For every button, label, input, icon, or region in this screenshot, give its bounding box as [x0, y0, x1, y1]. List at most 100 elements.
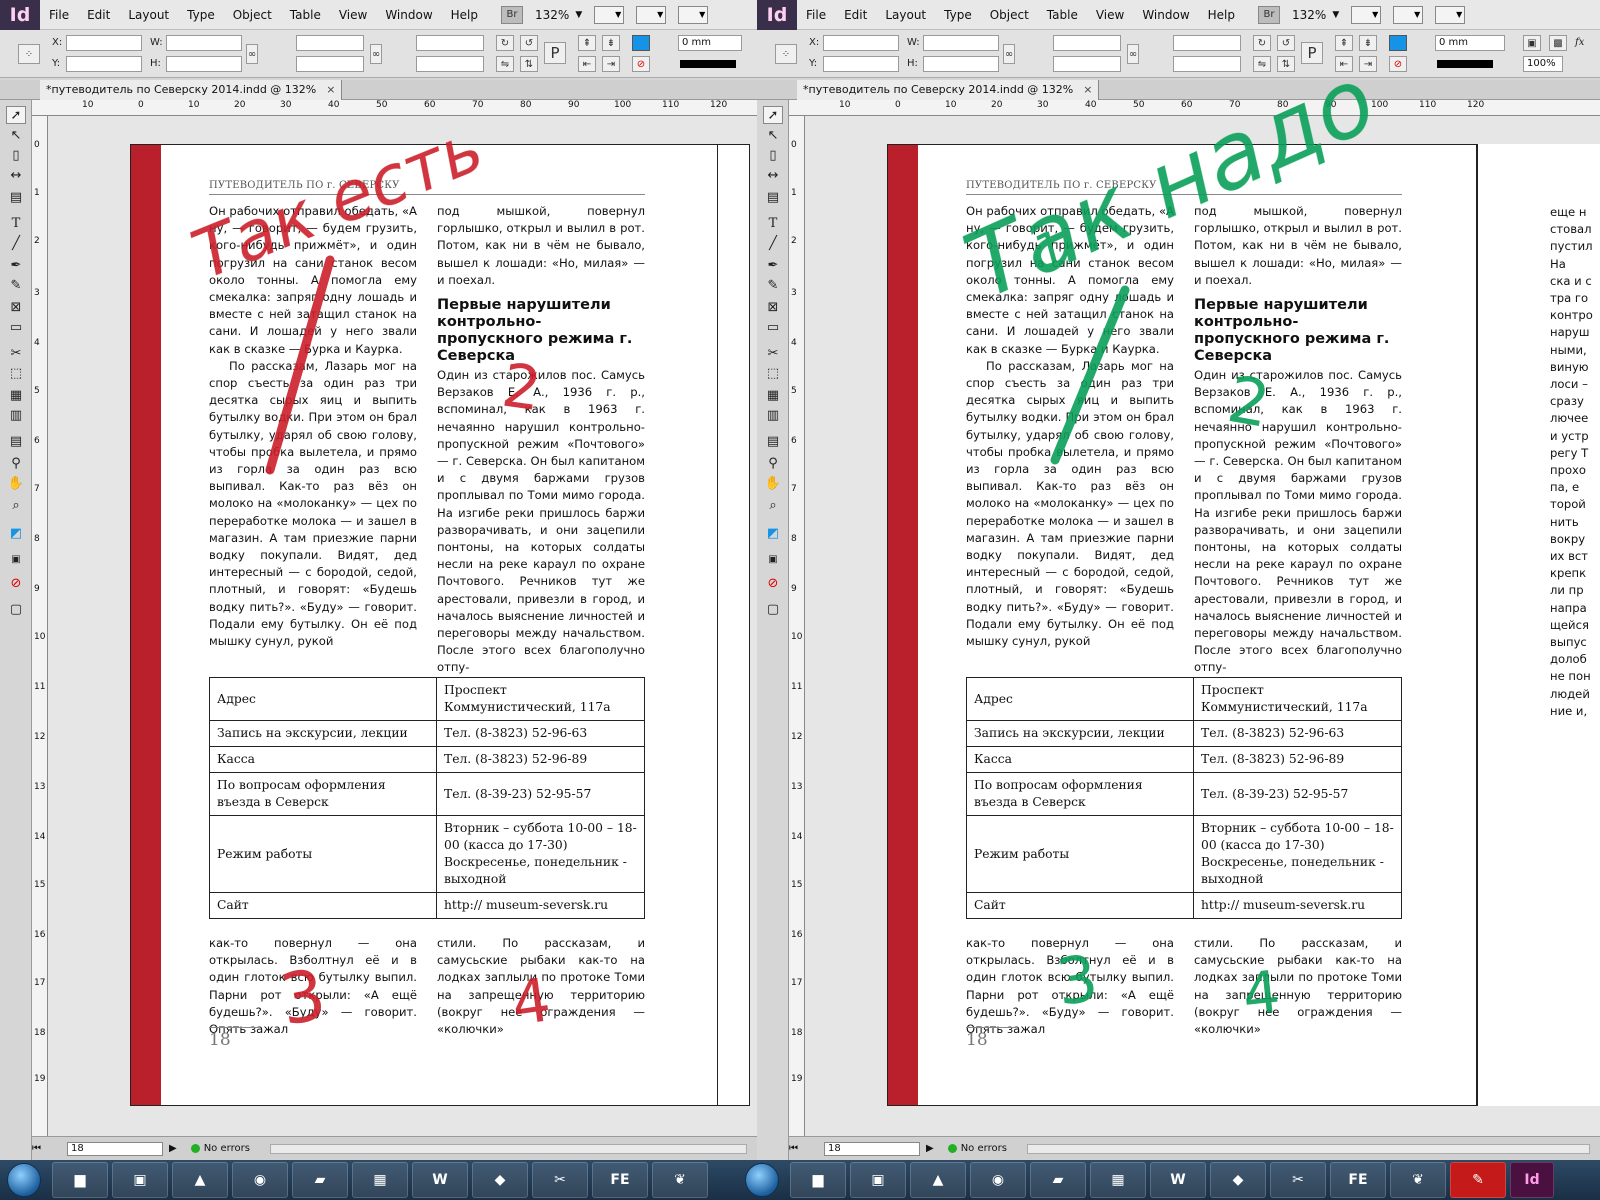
direction-p-icon[interactable]: P [544, 42, 566, 64]
note-tool-icon[interactable]: ▤ [763, 432, 783, 450]
fill-swatch[interactable] [1389, 35, 1407, 51]
selection-tool-icon[interactable]: ➚ [6, 106, 26, 124]
text-column-2-bottom[interactable]: стили. По рассказам, и самусьские рыбаки… [1194, 935, 1402, 1038]
rectangle-frame-tool-icon[interactable]: ⊠ [763, 298, 783, 316]
menu-view[interactable]: View [1087, 8, 1133, 22]
fe-taskbar-icon[interactable]: FE [1330, 1162, 1386, 1198]
info-table[interactable]: Адрес Проспект Коммунистический, 117а Зап… [966, 677, 1402, 919]
page-number-field[interactable]: 18 [824, 1141, 920, 1156]
first-page-icon[interactable]: ⏮ [32, 1143, 41, 1154]
fill-stroke-icon[interactable]: ◩ [763, 524, 783, 542]
scale-y-field[interactable] [1053, 56, 1121, 72]
constrain-proportions-icon[interactable]: ∞ [1003, 44, 1015, 64]
stroke-type-preview[interactable] [680, 60, 736, 68]
gradient-swatch-tool-icon[interactable]: ▦ [763, 386, 783, 404]
text-column-1[interactable]: Он рабочих отправил обедать, «А ну, — го… [209, 203, 417, 650]
rectangle-frame-tool-icon[interactable]: ⊠ [6, 298, 26, 316]
menu-window[interactable]: Window [1133, 8, 1198, 22]
x-field[interactable] [823, 35, 899, 51]
y-field[interactable] [823, 56, 899, 72]
flip-vertical-icon[interactable]: ⇅ [520, 56, 538, 72]
editor-taskbar-icon[interactable]: ◆ [1210, 1162, 1266, 1198]
screen-mode-icon[interactable]: ▢ [763, 600, 783, 618]
select-content-icon[interactable]: ⇟ [602, 35, 620, 51]
pen-tool-icon[interactable]: ✒ [6, 256, 26, 274]
notes-taskbar-icon[interactable]: ▰ [292, 1162, 348, 1198]
pasteboard[interactable]: ПУТЕВОДИТЕЛЬ ПО г. СЕВЕРСКУ Он рабочих о… [48, 116, 757, 1136]
rotate-ccw-icon[interactable]: ↺ [1277, 35, 1295, 51]
document-page[interactable]: ПУТЕВОДИТЕЛЬ ПО г. СЕВЕРСКУ Он рабочих о… [130, 144, 750, 1106]
h-field[interactable] [923, 56, 999, 72]
shear-field[interactable] [1173, 56, 1241, 72]
line-tool-icon[interactable]: ╱ [763, 234, 783, 252]
pen-tool-icon[interactable]: ✒ [763, 256, 783, 274]
constrain-proportions-icon[interactable]: ∞ [246, 44, 258, 64]
save-taskbar-icon[interactable]: ▣ [112, 1162, 168, 1198]
content-collector-icon[interactable]: ▤ [763, 188, 783, 206]
content-collector-icon[interactable]: ▤ [6, 188, 26, 206]
start-button[interactable] [738, 1160, 786, 1200]
scale-x-field[interactable] [296, 35, 364, 51]
document-tab[interactable]: *путеводитель по Северску 2014.indd @ 13… [797, 80, 1100, 100]
zoom-tool-icon[interactable]: ⌕ [763, 496, 783, 514]
rectangle-tool-icon[interactable]: ▭ [6, 318, 26, 336]
next-page-icon[interactable]: ▶ [926, 1143, 934, 1154]
hand-tool-icon[interactable]: ✋ [763, 474, 783, 492]
opacity-field[interactable]: 100% [1523, 56, 1563, 72]
gradient-feather-tool-icon[interactable]: ▥ [6, 406, 26, 424]
calculator-taskbar-icon[interactable]: ▦ [1090, 1162, 1146, 1198]
save-taskbar-icon[interactable]: ▣ [850, 1162, 906, 1198]
scissors-tool-icon[interactable]: ✂ [6, 344, 26, 362]
menu-file[interactable]: File [797, 8, 835, 22]
menu-table[interactable]: Table [281, 8, 330, 22]
text-column-1-bottom[interactable]: как-то повернул — она открылась. Взболтн… [966, 935, 1174, 1038]
word-taskbar-icon[interactable]: W [1150, 1162, 1206, 1198]
pencil-tool-icon[interactable]: ✎ [6, 276, 26, 294]
calculator-taskbar-icon[interactable]: ▦ [352, 1162, 408, 1198]
w-field[interactable] [166, 35, 242, 51]
first-page-icon[interactable]: ⏮ [789, 1143, 798, 1154]
page-number-field[interactable]: 18 [67, 1141, 163, 1156]
select-container-icon[interactable]: ⇞ [1335, 35, 1353, 51]
constrain-scale-icon[interactable]: ∞ [1127, 44, 1139, 64]
zoom-tool-icon[interactable]: ⌕ [6, 496, 26, 514]
formatting-affects-icon[interactable]: ▣ [6, 550, 26, 568]
start-button[interactable] [0, 1160, 48, 1200]
select-container-icon[interactable]: ⇞ [578, 35, 596, 51]
select-next-icon[interactable]: ⇥ [602, 56, 620, 72]
drop-shadow-icon[interactable]: ▩ [1549, 35, 1567, 51]
stroke-weight-field[interactable]: 0 mm [1435, 35, 1505, 51]
text-column-2[interactable]: под мышкой, повернул горлышко, открыл и … [437, 203, 645, 677]
view-options-button[interactable]: ▼ [594, 5, 625, 24]
menu-help[interactable]: Help [1199, 8, 1244, 22]
text-column-1[interactable]: Он рабочих отправил обедать, «А ну, — го… [966, 203, 1174, 650]
rotation-field[interactable] [1173, 35, 1241, 51]
eyedropper-tool-icon[interactable]: ⚲ [763, 454, 783, 472]
stroke-none-icon[interactable]: ⊘ [632, 56, 650, 72]
leaf-app-taskbar-icon[interactable]: ❦ [652, 1162, 708, 1198]
editor-taskbar-icon[interactable]: ◆ [472, 1162, 528, 1198]
effects-label[interactable]: fx [1575, 37, 1584, 48]
menu-edit[interactable]: Edit [78, 8, 119, 22]
fill-stroke-icon[interactable]: ◩ [6, 524, 26, 542]
fill-swatch[interactable] [632, 35, 650, 51]
reference-point-icon[interactable]: ⁘ [775, 44, 797, 64]
menu-window[interactable]: Window [376, 8, 441, 22]
info-table[interactable]: Адрес Проспект Коммунистический, 117а Зап… [209, 677, 645, 919]
horizontal-ruler[interactable]: 10 0 10 20 30 40 50 60 70 80 90 100 110 … [32, 100, 757, 116]
screen-mode-button[interactable]: ▼ [1393, 5, 1424, 24]
rectangle-tool-icon[interactable]: ▭ [763, 318, 783, 336]
warning-app-taskbar-icon[interactable]: ▲ [910, 1162, 966, 1198]
screen-mode-icon[interactable]: ▢ [6, 600, 26, 618]
menu-object[interactable]: Object [981, 8, 1038, 22]
arrange-documents-button[interactable]: ▼ [678, 5, 709, 24]
note-tool-icon[interactable]: ▤ [6, 432, 26, 450]
constrain-scale-icon[interactable]: ∞ [370, 44, 382, 64]
direct-selection-tool-icon[interactable]: ↖ [763, 126, 783, 144]
direction-p-icon[interactable]: P [1301, 42, 1323, 64]
stroke-none-icon[interactable]: ⊘ [1389, 56, 1407, 72]
menu-layout[interactable]: Layout [876, 8, 935, 22]
arrange-documents-button[interactable]: ▼ [1435, 5, 1466, 24]
w-field[interactable] [923, 35, 999, 51]
scale-y-field[interactable] [296, 56, 364, 72]
